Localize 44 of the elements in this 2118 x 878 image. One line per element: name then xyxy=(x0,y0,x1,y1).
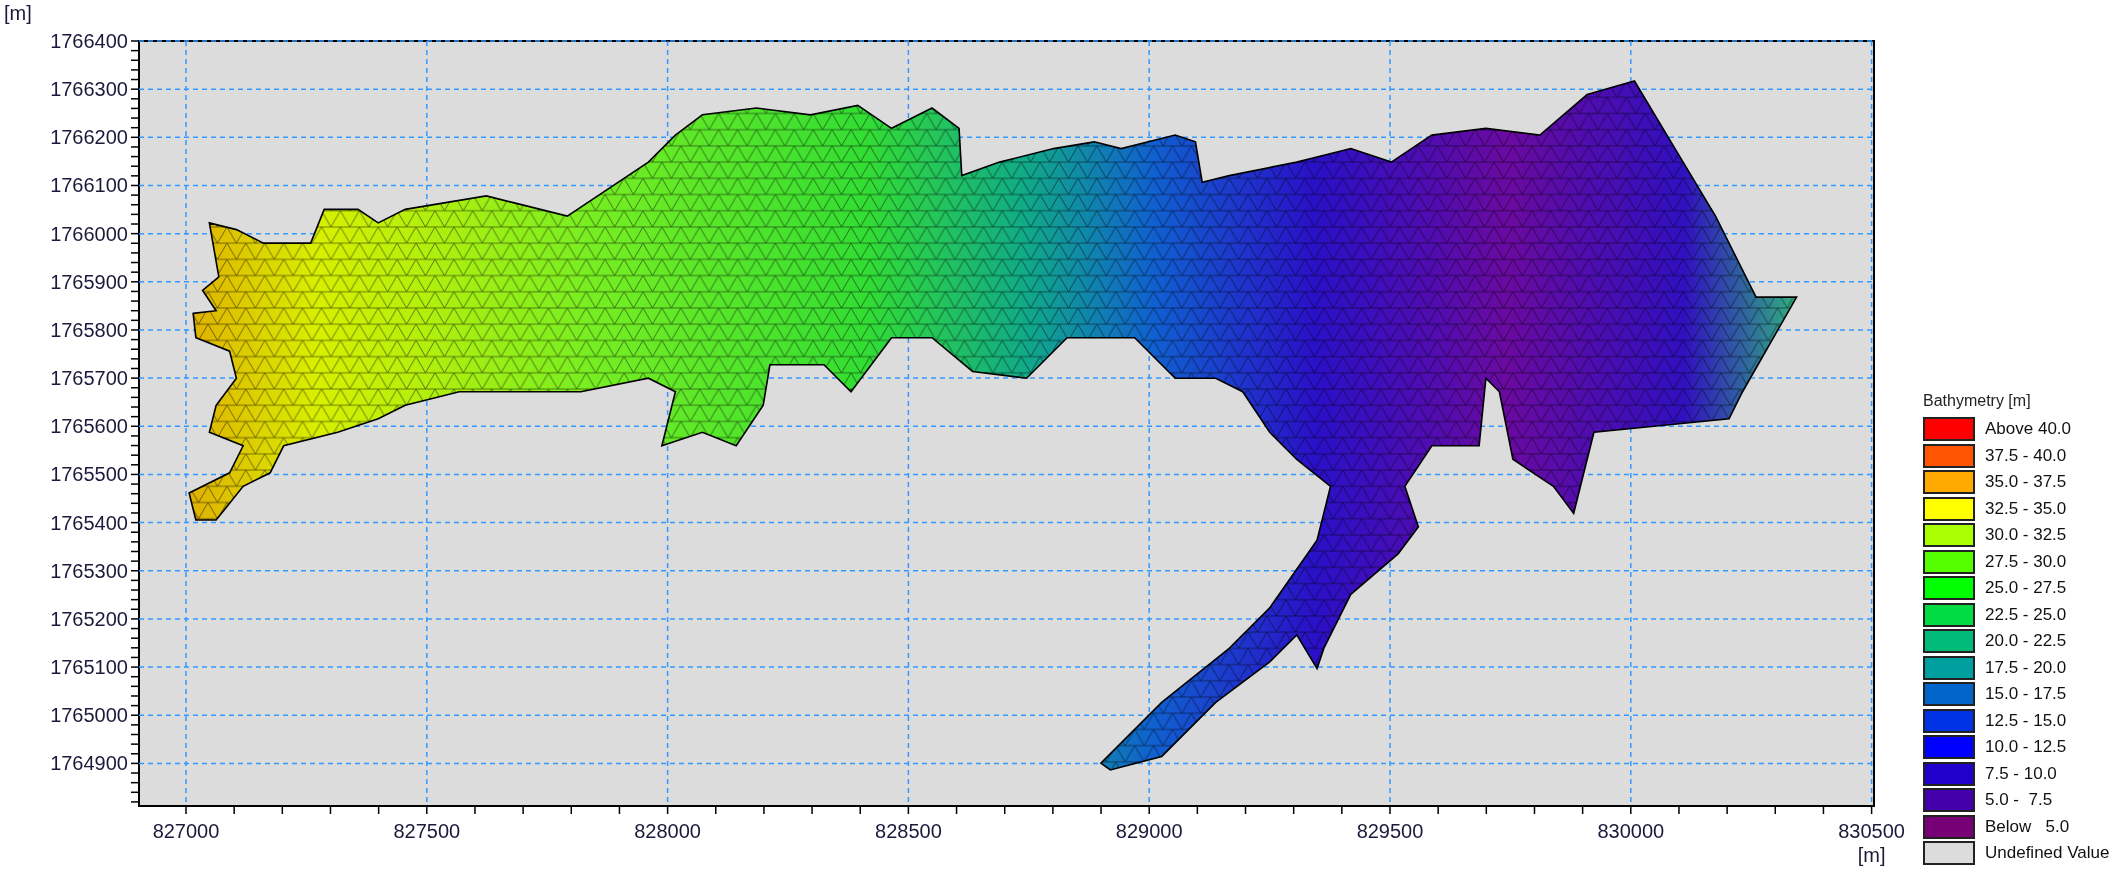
x-tick-label: 827000 xyxy=(152,820,220,842)
legend-label: 20.0 - 22.5 xyxy=(1985,631,2067,652)
y-tick-label: 1765900 xyxy=(50,270,128,293)
legend-label: 22.5 - 25.0 xyxy=(1985,604,2067,625)
legend-label: 35.0 - 37.5 xyxy=(1985,472,2067,493)
y-tick-label: 1766200 xyxy=(50,126,128,149)
y-tick-label: 1765800 xyxy=(50,318,128,341)
x-tick-label: 830000 xyxy=(1597,820,1665,842)
x-tick-label: 828500 xyxy=(875,820,942,842)
y-tick-label: 1766400 xyxy=(50,30,128,52)
x-tick-label: 830500 xyxy=(1838,820,1905,842)
y-tick-label: 1765600 xyxy=(50,415,128,438)
y-tick-label: 1765200 xyxy=(50,607,128,630)
y-tick-label: 1766300 xyxy=(50,78,128,101)
legend-label: 17.5 - 20.0 xyxy=(1985,657,2067,678)
legend-label: 12.5 - 15.0 xyxy=(1985,710,2067,731)
y-tick-label: 1765000 xyxy=(50,704,128,727)
legend-label: 32.5 - 35.0 xyxy=(1985,498,2067,519)
legend-label: Below 5.0 xyxy=(1985,816,2070,837)
legend-label: 7.5 - 10.0 xyxy=(1985,763,2057,784)
y-tick-label: 1765300 xyxy=(50,559,128,582)
legend-label: 25.0 - 27.5 xyxy=(1985,578,2067,599)
legend-label: 27.5 - 30.0 xyxy=(1985,551,2067,572)
y-axis-unit: [m] xyxy=(4,2,32,24)
x-tick-label: 827500 xyxy=(393,820,461,842)
legend-label: 30.0 - 32.5 xyxy=(1985,525,2067,546)
legend-title: Bathymetry [m] xyxy=(1923,392,2032,410)
legend-label: 5.0 - 7.5 xyxy=(1985,790,2053,811)
y-tick-label: 1765500 xyxy=(50,463,128,486)
y-tick-label: 1765100 xyxy=(50,656,128,679)
legend-label: 37.5 - 40.0 xyxy=(1985,445,2067,466)
y-tick-label: 1766000 xyxy=(50,222,128,245)
legend-label: Undefined Value xyxy=(1985,843,2110,864)
x-tick-label: 828000 xyxy=(634,820,701,842)
x-tick-label: 829500 xyxy=(1356,820,1424,842)
x-axis-unit: [m] xyxy=(1857,844,1886,866)
y-tick-label: 1766100 xyxy=(50,174,128,197)
x-tick-label: 829000 xyxy=(1115,820,1183,842)
legend-label: 15.0 - 17.5 xyxy=(1985,684,2067,705)
y-tick-label: 1765700 xyxy=(50,367,128,390)
y-tick-label: 1764900 xyxy=(50,752,128,775)
y-tick-label: 1765400 xyxy=(50,511,128,534)
legend-label: Above 40.0 xyxy=(1985,419,2071,440)
legend-label: 10.0 - 12.5 xyxy=(1985,737,2067,758)
